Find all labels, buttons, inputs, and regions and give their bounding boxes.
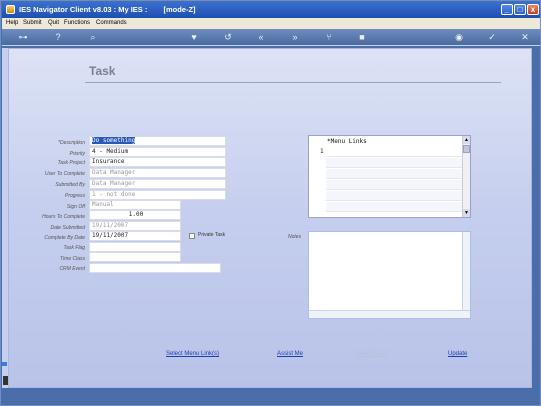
search-icon[interactable]: ⌕ [86, 31, 100, 43]
title-divider [85, 82, 501, 83]
list-item[interactable] [326, 169, 463, 179]
notes-vertical-scrollbar[interactable] [462, 232, 470, 310]
private-task-label: Private Task [198, 232, 226, 238]
sidebar-app-icon[interactable] [2, 362, 7, 366]
select-menu-links-link[interactable]: Select Menu Link(s) [166, 351, 219, 357]
window-title-text: IES Navigator Client v8.03 : My IES : [19, 5, 148, 14]
submitted-by-label: Submitted By [55, 182, 85, 188]
fast-forward-icon[interactable]: » [288, 31, 302, 43]
user-to-complete-field[interactable]: Data Manager [89, 168, 226, 178]
priority-label: Priority [69, 151, 85, 157]
time-class-field[interactable] [89, 252, 181, 262]
app-window: IES Navigator Client v8.03 : My IES : [m… [0, 0, 541, 406]
submitted-by-field[interactable]: Data Manager [89, 179, 226, 189]
menu-help[interactable]: Help [6, 20, 18, 26]
globe-icon[interactable]: ◉ [452, 31, 466, 43]
update-link[interactable]: Update [448, 351, 467, 357]
minimize-button[interactable]: _ [501, 4, 513, 15]
menu-links-header: *Menu Links [327, 138, 367, 145]
menu-links-list[interactable]: *Menu Links 1 ▲ ▼ [308, 135, 471, 218]
task-form-panel [8, 48, 532, 388]
window-mode: [mode-Z] [163, 5, 196, 14]
tree-icon[interactable]: ⑂ [322, 31, 336, 43]
help-icon[interactable]: ? [51, 31, 65, 43]
title-bar[interactable]: IES Navigator Client v8.03 : My IES : [m… [2, 2, 540, 18]
description-value: Do something [92, 137, 136, 144]
hours-to-complete-field[interactable]: 1.00 [89, 210, 181, 220]
list-item[interactable] [326, 180, 463, 190]
close-window-button[interactable]: x [527, 4, 539, 15]
menu-functions[interactable]: Functions [64, 20, 90, 26]
progress-field[interactable]: 1 - not done [89, 190, 226, 200]
list-item[interactable] [326, 147, 463, 157]
window-title: IES Navigator Client v8.03 : My IES : [m… [19, 5, 196, 14]
hours-to-complete-label: Hours To Complete [42, 214, 85, 220]
rewind-icon[interactable]: « [254, 31, 268, 43]
key-icon[interactable]: ⊶ [12, 31, 34, 43]
notes-label: Notes [288, 234, 302, 240]
task-project-label: Task Project [57, 160, 85, 166]
list-item[interactable] [326, 191, 463, 201]
stop-icon[interactable]: ■ [355, 31, 369, 43]
scroll-up-icon[interactable]: ▲ [463, 136, 470, 144]
sign-off-field[interactable]: Manual [89, 200, 181, 210]
progress-label: Progress [64, 193, 85, 199]
complete-by-date-field[interactable]: 19/11/2007 [89, 231, 181, 241]
user-to-complete-label: User To Complete [44, 171, 85, 177]
page-title: Task [89, 64, 116, 78]
task-flag-field[interactable] [89, 242, 181, 252]
view-event-link: View Event [356, 351, 386, 357]
toolbar: ⊶ ? ⌕ ♥ ↺ « » ⑂ ■ ◉ ✓ ✕ [2, 29, 540, 46]
scroll-thumb[interactable] [463, 145, 470, 153]
menu-quit[interactable]: Quit [48, 20, 59, 26]
description-label: *Description [58, 140, 85, 146]
close-icon[interactable]: ✕ [518, 31, 532, 43]
refresh-icon[interactable]: ↺ [221, 31, 235, 43]
description-field[interactable]: Do something [89, 136, 226, 146]
private-task-checkbox[interactable] [189, 233, 195, 239]
notes-horizontal-scrollbar[interactable] [309, 310, 470, 318]
heart-icon[interactable]: ♥ [187, 31, 201, 43]
menu-links-row-number: 1 [320, 148, 324, 155]
list-item[interactable] [326, 202, 463, 212]
check-icon[interactable]: ✓ [485, 31, 499, 43]
task-project-field[interactable]: Insurance [89, 157, 226, 167]
menu-commands[interactable]: Commands [96, 20, 127, 26]
app-icon [6, 5, 15, 14]
assist-me-link[interactable]: Assist Me [277, 351, 303, 357]
menu-submit[interactable]: Submit [23, 20, 42, 26]
scroll-down-icon[interactable]: ▼ [463, 209, 470, 217]
menu-bar: Help Submit Quit Functions Commands [2, 18, 540, 29]
date-submitted-label: Date Submitted [50, 225, 85, 231]
date-submitted-field: 19/11/2007 [89, 221, 181, 231]
crm-event-label: CRM Event [59, 266, 85, 272]
time-class-label: Time Class [60, 256, 85, 262]
list-item[interactable] [326, 158, 463, 168]
task-flag-label: Task Flag [63, 245, 86, 251]
complete-by-date-label: Complete By Date [44, 235, 85, 241]
maximize-button[interactable]: □ [514, 4, 526, 15]
sign-off-label: Sign Off [66, 204, 85, 210]
crm-event-field[interactable] [89, 263, 221, 273]
priority-select[interactable]: 4 - Medium [89, 147, 226, 157]
notes-textarea[interactable] [308, 231, 471, 319]
menu-links-scrollbar[interactable]: ▲ ▼ [462, 136, 470, 217]
